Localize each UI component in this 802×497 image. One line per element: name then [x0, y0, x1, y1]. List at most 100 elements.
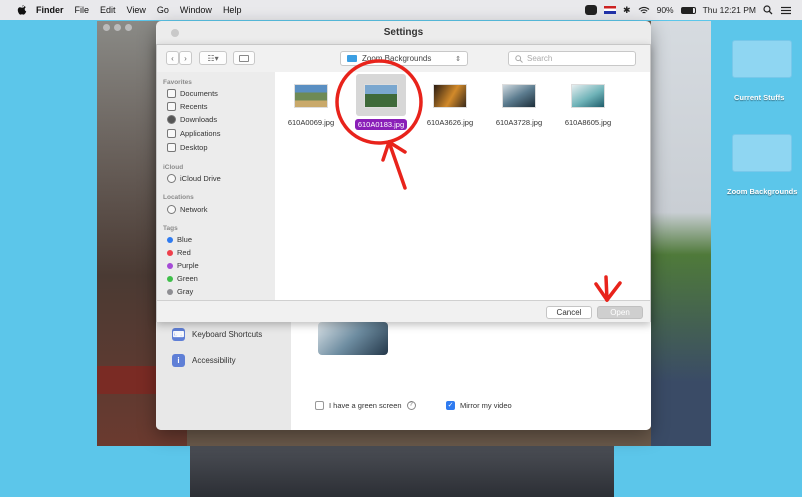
menu-view[interactable]: View	[127, 5, 146, 15]
settings-close-button[interactable]	[171, 29, 179, 37]
sidebar-tag-purple[interactable]: Purple	[167, 261, 199, 270]
mirror-video-option[interactable]: ✓ Mirror my video	[446, 401, 512, 410]
green-screen-option[interactable]: I have a green screen ?	[315, 401, 416, 410]
folder-label-current-stuffs: Current Stuffs	[734, 93, 785, 102]
back-button[interactable]: ‹	[166, 51, 179, 65]
sidebar-item-label: Gray	[177, 287, 194, 296]
sidebar-item-label: Documents	[180, 89, 218, 98]
green-screen-label: I have a green screen	[329, 401, 402, 410]
keyboard-icon: ⌨	[172, 328, 185, 341]
settings-background-panel: I have a green screen ? ✓ Mirror my vide…	[291, 319, 651, 430]
help-icon[interactable]: ?	[406, 401, 416, 410]
search-field[interactable]: Search	[508, 51, 636, 66]
sidebar-item-label: Network	[180, 205, 208, 214]
folder-current-stuffs[interactable]	[732, 40, 792, 78]
apple-menu-icon[interactable]	[16, 4, 28, 16]
documents-icon	[167, 89, 176, 98]
accessibility-icon: i	[172, 354, 185, 367]
clock[interactable]: Thu 12:21 PM	[703, 5, 756, 15]
control-center-icon[interactable]	[780, 6, 792, 15]
sidebar-item-network[interactable]: Network	[167, 205, 208, 214]
file-item[interactable]: 610A3626.jpg	[420, 84, 480, 128]
dialog-sidebar: Favorites Documents Recents Downloads Ap…	[157, 72, 275, 300]
bluetooth-icon[interactable]: ✱	[623, 5, 631, 16]
minimize-window-button[interactable]	[114, 24, 121, 31]
location-popup[interactable]: Zoom Backgrounds ⇕	[340, 51, 468, 66]
file-item-selected[interactable]: 610A0183.jpg	[351, 74, 411, 130]
sidebar-item-label: Red	[177, 248, 191, 257]
sidebar-item-icloud-drive[interactable]: iCloud Drive	[167, 174, 221, 183]
applications-icon	[167, 129, 176, 138]
location-popup-label: Zoom Backgrounds	[362, 54, 432, 63]
battery-icon[interactable]	[680, 6, 696, 14]
sidebar-item-desktop[interactable]: Desktop	[167, 143, 208, 152]
file-name: 610A8605.jpg	[564, 118, 612, 127]
battery-percent: 90%	[656, 5, 674, 15]
file-item[interactable]: 610A8605.jpg	[558, 84, 618, 128]
tag-dot-icon	[167, 288, 173, 295]
menu-help[interactable]: Help	[223, 5, 242, 15]
sidebar-item-label: Green	[177, 274, 198, 283]
search-icon	[515, 54, 523, 63]
chevron-updown-icon: ⇕	[455, 55, 461, 63]
tag-dot-icon	[167, 275, 173, 282]
forward-button[interactable]: ›	[179, 51, 192, 65]
dialog-toolbar: ‹ › ☷▾ Zoom Backgrounds ⇕ Search	[157, 45, 650, 71]
file-thumbnail	[502, 84, 536, 108]
view-mode-button[interactable]: ☷▾	[199, 51, 227, 65]
sidebar-tag-gray[interactable]: Gray	[167, 287, 193, 296]
folder-icon	[347, 55, 357, 62]
sidebar-tag-red[interactable]: Red	[167, 248, 191, 257]
sidebar-item-keyboard-shortcuts[interactable]: ⌨ Keyboard Shortcuts	[172, 328, 262, 341]
sidebar-tag-green[interactable]: Green	[167, 274, 198, 283]
settings-title: Settings	[383, 27, 424, 38]
close-window-button[interactable]	[103, 24, 110, 31]
green-screen-checkbox[interactable]	[315, 401, 324, 410]
recents-icon	[167, 102, 176, 111]
file-name: 610A3728.jpg	[495, 118, 543, 127]
tags-header: Tags	[163, 225, 178, 232]
menu-go[interactable]: Go	[157, 5, 169, 15]
background-thumbnail[interactable]	[318, 322, 388, 355]
file-thumbnail	[571, 84, 605, 108]
sidebar-item-accessibility[interactable]: i Accessibility	[172, 354, 236, 367]
file-selection-highlight	[356, 74, 406, 116]
sidebar-item-documents[interactable]: Documents	[167, 89, 218, 98]
sidebar-item-label: iCloud Drive	[180, 174, 221, 183]
zoom-status-icon[interactable]	[585, 5, 598, 15]
file-thumbnail	[364, 84, 398, 108]
icon-view-icon: ☷▾	[207, 53, 219, 63]
tag-dot-icon	[167, 262, 173, 269]
zoom-window-button[interactable]	[125, 24, 132, 31]
sidebar-item-label: Recents	[180, 102, 208, 111]
menu-file[interactable]: File	[75, 5, 90, 15]
locations-header: Locations	[163, 194, 194, 201]
cloud-icon	[167, 174, 176, 183]
sidebar-item-label: Blue	[177, 235, 193, 244]
mirror-video-checkbox[interactable]: ✓	[446, 401, 455, 410]
video-background-scene	[651, 21, 711, 446]
file-item[interactable]: 610A3728.jpg	[489, 84, 549, 128]
menu-window[interactable]: Window	[180, 5, 212, 15]
file-browser: 610A0069.jpg 610A0183.jpg 610A3626.jpg 6…	[275, 72, 650, 300]
mirror-video-label: Mirror my video	[460, 401, 512, 410]
sidebar-item-downloads[interactable]: Downloads	[167, 115, 217, 124]
flag-icon[interactable]	[604, 6, 617, 14]
sidebar-item-applications[interactable]: Applications	[167, 129, 220, 138]
open-file-dialog: ‹ › ☷▾ Zoom Backgrounds ⇕ Search Favorit…	[156, 44, 651, 322]
new-folder-button[interactable]	[233, 51, 255, 65]
sidebar-item-label: Applications	[180, 129, 221, 138]
wifi-icon[interactable]	[638, 6, 650, 15]
sidebar-item-recents[interactable]: Recents	[167, 102, 208, 111]
dialog-footer: Cancel Open	[157, 300, 650, 322]
folder-label-zoom-backgrounds: Zoom Backgrounds	[727, 187, 798, 196]
open-button[interactable]: Open	[597, 306, 643, 319]
menu-edit[interactable]: Edit	[100, 5, 116, 15]
sidebar-tag-blue[interactable]: Blue	[167, 235, 192, 244]
menu-app-name[interactable]: Finder	[36, 5, 64, 15]
folder-zoom-backgrounds[interactable]	[732, 134, 792, 172]
spotlight-search-icon[interactable]	[763, 5, 773, 15]
file-item[interactable]: 610A0069.jpg	[281, 84, 341, 128]
cancel-button[interactable]: Cancel	[546, 306, 592, 319]
search-placeholder: Search	[527, 54, 553, 63]
